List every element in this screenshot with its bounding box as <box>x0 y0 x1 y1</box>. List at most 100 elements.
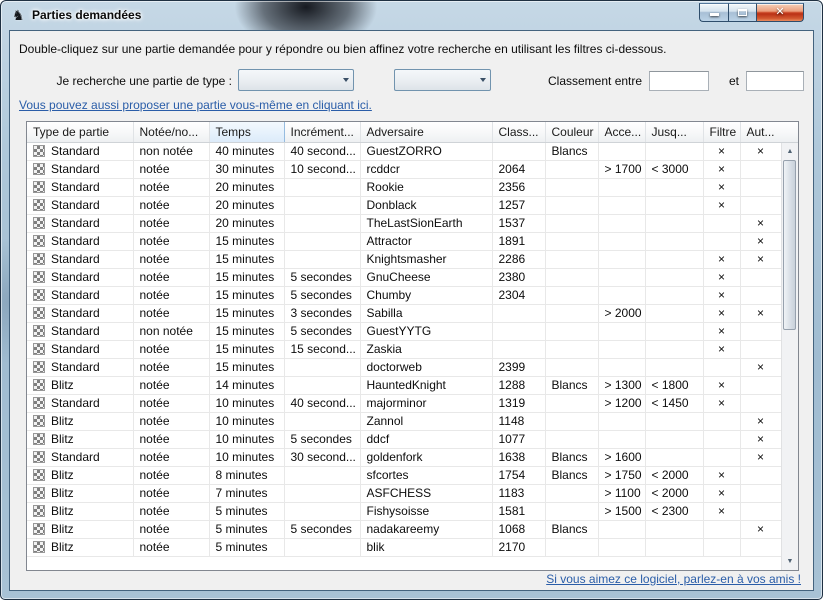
chessboard-icon <box>33 253 45 265</box>
game-row[interactable]: Standardnotée10 minutes30 second...golde… <box>27 448 781 466</box>
game-row[interactable]: Standardnotée10 minutes40 second...major… <box>27 394 781 412</box>
rating-min-input[interactable] <box>649 71 709 91</box>
cell-notee: notée <box>133 268 209 286</box>
game-row[interactable]: Standardnotée20 minutesDonblack1257× <box>27 196 781 214</box>
cell-temps: 10 minutes <box>209 430 284 448</box>
column-header-temps[interactable]: Temps <box>209 122 284 142</box>
cell-temps: 5 minutes <box>209 538 284 556</box>
titlebar[interactable]: ♞ Parties demandées ✕ <box>1 1 822 30</box>
minimize-button[interactable] <box>699 3 728 22</box>
cell-acce <box>598 430 645 448</box>
game-row[interactable]: Standardnotée20 minutesRookie2356× <box>27 178 781 196</box>
cell-classement: 1148 <box>492 412 545 430</box>
game-row[interactable]: Blitznotée5 minutesblik2170 <box>27 538 781 556</box>
cell-aut <box>740 340 781 358</box>
game-row[interactable]: Blitznotée10 minutesZannol1148× <box>27 412 781 430</box>
cell-classement: 2399 <box>492 358 545 376</box>
cell-adversaire: ASFCHESS <box>360 484 492 502</box>
close-button[interactable]: ✕ <box>757 3 804 22</box>
column-header-classement[interactable]: Class... <box>492 122 545 142</box>
cell-jusq <box>645 430 703 448</box>
chessboard-icon <box>33 541 45 553</box>
game-row[interactable]: Standardnotée15 minutesdoctorweb2399× <box>27 358 781 376</box>
cell-increment <box>284 214 360 232</box>
cell-couleur: Blancs <box>545 376 598 394</box>
window: ♞ Parties demandées ✕ Double-cliquez sur… <box>0 0 823 600</box>
chessboard-icon <box>33 325 45 337</box>
chevron-down-icon <box>338 78 353 82</box>
game-row[interactable]: Standardnon notée15 minutes5 secondesGue… <box>27 322 781 340</box>
cell-aut <box>740 376 781 394</box>
column-header-increment[interactable]: Incrément... <box>284 122 360 142</box>
scroll-up-button[interactable]: ▲ <box>782 143 798 160</box>
cell-increment <box>284 484 360 502</box>
cell-filtre: × <box>703 268 740 286</box>
cell-acce <box>598 250 645 268</box>
cell-jusq <box>645 448 703 466</box>
column-header-aut[interactable]: Aut... <box>740 122 781 142</box>
game-row[interactable]: Blitznotée7 minutesASFCHESS1183> 1100< 2… <box>27 484 781 502</box>
game-row[interactable]: Blitznotée5 minutesFishysoisse1581> 1500… <box>27 502 781 520</box>
game-row[interactable]: Standardnotée20 minutesTheLastSionEarth1… <box>27 214 781 232</box>
vertical-scrollbar[interactable]: ▲ ▼ <box>781 143 798 570</box>
game-row[interactable]: Standardnotée30 minutes10 second...rcddc… <box>27 160 781 178</box>
game-row[interactable]: Standardnotée15 minutes5 secondesGnuChee… <box>27 268 781 286</box>
cell-notee: notée <box>133 394 209 412</box>
game-row[interactable]: Standardnotée15 minutesKnightsmasher2286… <box>27 250 781 268</box>
cell-filtre <box>703 412 740 430</box>
cell-filtre: × <box>703 178 740 196</box>
cell-adversaire: Attractor <box>360 232 492 250</box>
chessboard-icon <box>33 523 45 535</box>
game-row[interactable]: Standardnotée15 minutes3 secondesSabilla… <box>27 304 781 322</box>
cell-notee: notée <box>133 466 209 484</box>
cell-adversaire: GuestYYTG <box>360 322 492 340</box>
cell-adversaire: Zaskia <box>360 340 492 358</box>
cell-adversaire: majorminor <box>360 394 492 412</box>
game-row[interactable]: Standardnon notée40 minutes40 second...G… <box>27 142 781 160</box>
cell-increment: 40 second... <box>284 142 360 160</box>
game-row[interactable]: Standardnotée15 minutesAttractor1891× <box>27 232 781 250</box>
column-header-notee[interactable]: Notée/no... <box>133 122 209 142</box>
cell-increment <box>284 250 360 268</box>
column-header-jusq[interactable]: Jusq... <box>645 122 703 142</box>
game-row[interactable]: Standardnotée15 minutes15 second...Zaski… <box>27 340 781 358</box>
cell-aut <box>740 178 781 196</box>
cell-jusq <box>645 538 703 556</box>
cell-filtre <box>703 520 740 538</box>
cell-temps: 20 minutes <box>209 214 284 232</box>
column-header-acce[interactable]: Acce... <box>598 122 645 142</box>
game-row[interactable]: Blitznotée8 minutessfcortes1754Blancs> 1… <box>27 466 781 484</box>
cell-type: Blitz <box>27 520 133 538</box>
cell-classement: 1068 <box>492 520 545 538</box>
cell-temps: 5 minutes <box>209 502 284 520</box>
cell-adversaire: doctorweb <box>360 358 492 376</box>
cell-aut <box>740 286 781 304</box>
share-software-link[interactable]: Si vous aimez ce logiciel, parlez-en à v… <box>546 572 801 586</box>
propose-game-link[interactable]: Vous pouvez aussi proposer une partie vo… <box>19 98 372 112</box>
column-header-couleur[interactable]: Couleur <box>545 122 598 142</box>
game-row[interactable]: Standardnotée15 minutes5 secondesChumby2… <box>27 286 781 304</box>
cell-acce <box>598 214 645 232</box>
maximize-button[interactable] <box>728 3 757 22</box>
rating-max-input[interactable] <box>746 71 804 91</box>
cell-notee: notée <box>133 520 209 538</box>
game-row[interactable]: Blitznotée10 minutes5 secondesddcf1077× <box>27 430 781 448</box>
caption-buttons: ✕ <box>699 3 804 22</box>
column-header-adversaire[interactable]: Adversaire <box>360 122 492 142</box>
cell-temps: 10 minutes <box>209 448 284 466</box>
game-type-select[interactable] <box>238 69 354 91</box>
cell-filtre: × <box>703 196 740 214</box>
cell-notee: notée <box>133 340 209 358</box>
cell-increment: 40 second... <box>284 394 360 412</box>
game-row[interactable]: Blitznotée14 minutesHauntedKnight1288Bla… <box>27 376 781 394</box>
cell-adversaire: ddcf <box>360 430 492 448</box>
cell-couleur <box>545 286 598 304</box>
game-subtype-select[interactable] <box>394 69 491 91</box>
column-header-type[interactable]: Type de partie <box>27 122 133 142</box>
game-row[interactable]: Blitznotée5 minutes5 secondesnadakareemy… <box>27 520 781 538</box>
scrollbar-thumb[interactable] <box>783 160 796 330</box>
cell-acce: > 1100 <box>598 484 645 502</box>
scroll-down-button[interactable]: ▼ <box>782 553 798 570</box>
column-header-filtre[interactable]: Filtre <box>703 122 740 142</box>
cell-temps: 15 minutes <box>209 358 284 376</box>
